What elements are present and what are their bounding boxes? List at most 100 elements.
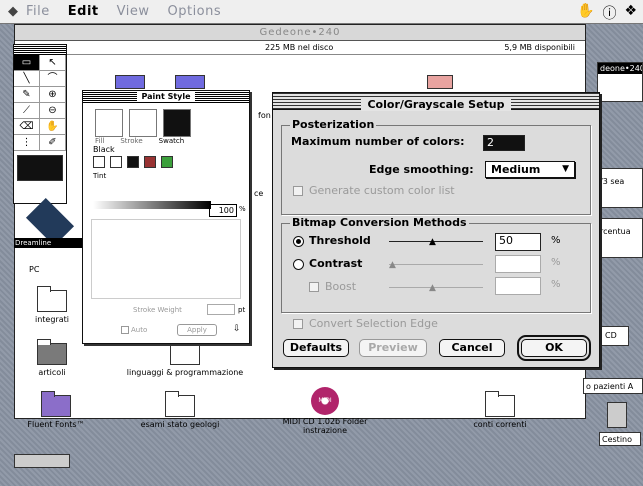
cd-midi[interactable]: MIDI MIDI CD 1.02b Folder instrazione [260,387,390,435]
zoom-out-tool-icon[interactable]: ⊖ [40,103,66,119]
threshold-radio[interactable] [293,236,304,247]
trash-label[interactable]: Cestino [599,432,641,446]
black-swatch[interactable] [127,156,139,168]
edge-smoothing-popup[interactable]: Medium ▼ [485,161,575,178]
max-colors-field[interactable]: 2 [483,135,525,151]
dialog-titlebar[interactable]: Color/Grayscale Setup [273,93,599,111]
folder-linguaggi[interactable]: linguaggi & programmazione [115,339,255,377]
custom-color-checkbox[interactable] [293,186,303,196]
menu-file[interactable]: File [26,4,50,19]
contrast-field[interactable] [495,255,541,273]
label-pc[interactable]: PC [29,265,49,274]
lasso-tool-icon[interactable]: ⌒ [40,71,66,87]
arrow-tool-icon[interactable]: ↖ [40,55,66,71]
folder-icon [37,286,67,312]
swatch-box[interactable] [163,109,191,137]
threshold-field[interactable]: 50 [495,233,541,251]
tint-percent: % [239,205,246,213]
contrast-slider[interactable] [389,264,483,265]
ok-button[interactable]: OK [517,335,591,361]
folder-articoli[interactable]: articoli [27,339,77,377]
tint-field[interactable]: 100 [209,204,237,217]
contrast-label: Contrast [309,257,363,270]
pencil-tool-icon[interactable]: ✎ [14,87,40,103]
fill-label: Fill [95,137,105,145]
folder-label: integrati [35,315,69,324]
zoom-in-tool-icon[interactable]: ⊕ [40,87,66,103]
convert-edge-checkbox[interactable] [293,319,303,329]
auto-label: Auto [131,326,148,334]
dreamline-label[interactable]: Dreamline [14,238,82,248]
fill-box[interactable] [95,109,123,137]
contrast-thumb-icon[interactable]: ▲ [389,261,396,270]
stroke-box[interactable] [129,109,157,137]
menu-bar: ◆ File Edit View Options ✋ ⓘ ❖ [0,0,643,24]
eraser-tool-icon[interactable]: ⌫ [14,119,40,135]
white-swatch[interactable] [110,156,122,168]
swatch-label: Swatch [158,137,185,145]
apply-button[interactable]: Apply [177,324,217,336]
menu-edit[interactable]: Edit [68,4,99,19]
paint-style-panel [91,219,241,299]
finder-disk-free: 5,9 MB disponibili [504,43,575,52]
registration-swatch[interactable] [144,156,156,168]
hand-tool-icon[interactable]: ✋ [40,119,66,135]
bucket-tool-icon[interactable]: ⋮ [14,135,40,151]
boost-checkbox[interactable] [309,282,319,292]
tools-palette: ▭ ↖ ╲ ⌒ ✎ ⊕ ⟋ ⊖ ⌫ ✋ ⋮ ✐ [13,44,67,204]
cancel-button[interactable]: Cancel [439,339,505,357]
boost-field[interactable] [495,277,541,295]
folder-icon [485,391,515,417]
line-tool-icon[interactable]: ╲ [14,71,40,87]
menu-options[interactable]: Options [167,4,221,19]
stroke-weight-field[interactable] [207,304,235,315]
folder-icon[interactable] [115,75,145,89]
green-swatch[interactable] [161,156,173,168]
folder-esami[interactable]: esami stato geologi [125,391,235,429]
side-window-percentuali[interactable]: rcentua [597,218,643,258]
app-icon[interactable]: ❖ [624,3,637,23]
knife-tool-icon[interactable]: ⟋ [14,103,40,119]
defaults-button[interactable]: Defaults [283,339,349,357]
finder-disk-used: 225 MB nel disco [265,43,334,52]
cd-icon: MIDI [311,387,339,415]
tint-slider[interactable] [93,201,211,209]
help-icon[interactable]: ⓘ [602,3,616,23]
folder-label: esami stato geologi [140,420,220,429]
boost-thumb-icon[interactable]: ▲ [429,284,436,293]
tint-label: Tint [93,172,107,180]
label-ce[interactable]: ce [254,189,274,198]
edge-smoothing-label: Edge smoothing: [369,163,474,176]
folder-icon[interactable] [175,75,205,89]
contrast-radio[interactable] [293,259,304,270]
boost-slider[interactable] [389,287,483,288]
folder-integrati[interactable]: integrati [27,286,77,324]
folder-label: articoli [38,368,66,377]
menu-view[interactable]: View [117,4,150,19]
tools-titlebar[interactable] [14,45,66,55]
eyedropper-tool-icon[interactable]: ✐ [40,135,66,151]
marquee-tool-icon[interactable]: ▭ [14,55,40,71]
color-swatch[interactable] [17,155,63,181]
threshold-slider[interactable] [389,241,483,242]
triangle-down-icon: ▼ [562,164,569,174]
none-swatch[interactable] [93,156,105,168]
folder-fluent-fonts[interactable]: Fluent Fonts™ [21,391,91,429]
side-icon-cd[interactable]: CD [601,326,629,346]
auto-checkbox[interactable] [121,326,129,334]
side-window-sea[interactable]: /3 sea [597,168,643,208]
folder-icon[interactable] [427,75,453,89]
folder-icon [165,391,195,417]
finder-title[interactable]: Gedeone•240 [15,25,585,41]
folder-conti-correnti[interactable]: conti correnti [455,391,545,429]
paint-style-titlebar[interactable]: Paint Style [83,91,249,103]
bottom-control-strip[interactable] [14,454,70,468]
hand-icon[interactable]: ✋ [577,3,594,23]
color-grayscale-dialog: Color/Grayscale Setup Posterization Maxi… [272,92,600,368]
side-window-gedeone[interactable]: deone•240 [597,62,643,102]
trash-icon[interactable] [607,402,627,428]
side-label-pazienti[interactable]: o pazienti A [583,378,643,394]
preview-button[interactable]: Preview [359,339,427,357]
threshold-thumb-icon[interactable]: ▲ [429,238,436,247]
apple-icon[interactable]: ◆ [0,4,26,19]
